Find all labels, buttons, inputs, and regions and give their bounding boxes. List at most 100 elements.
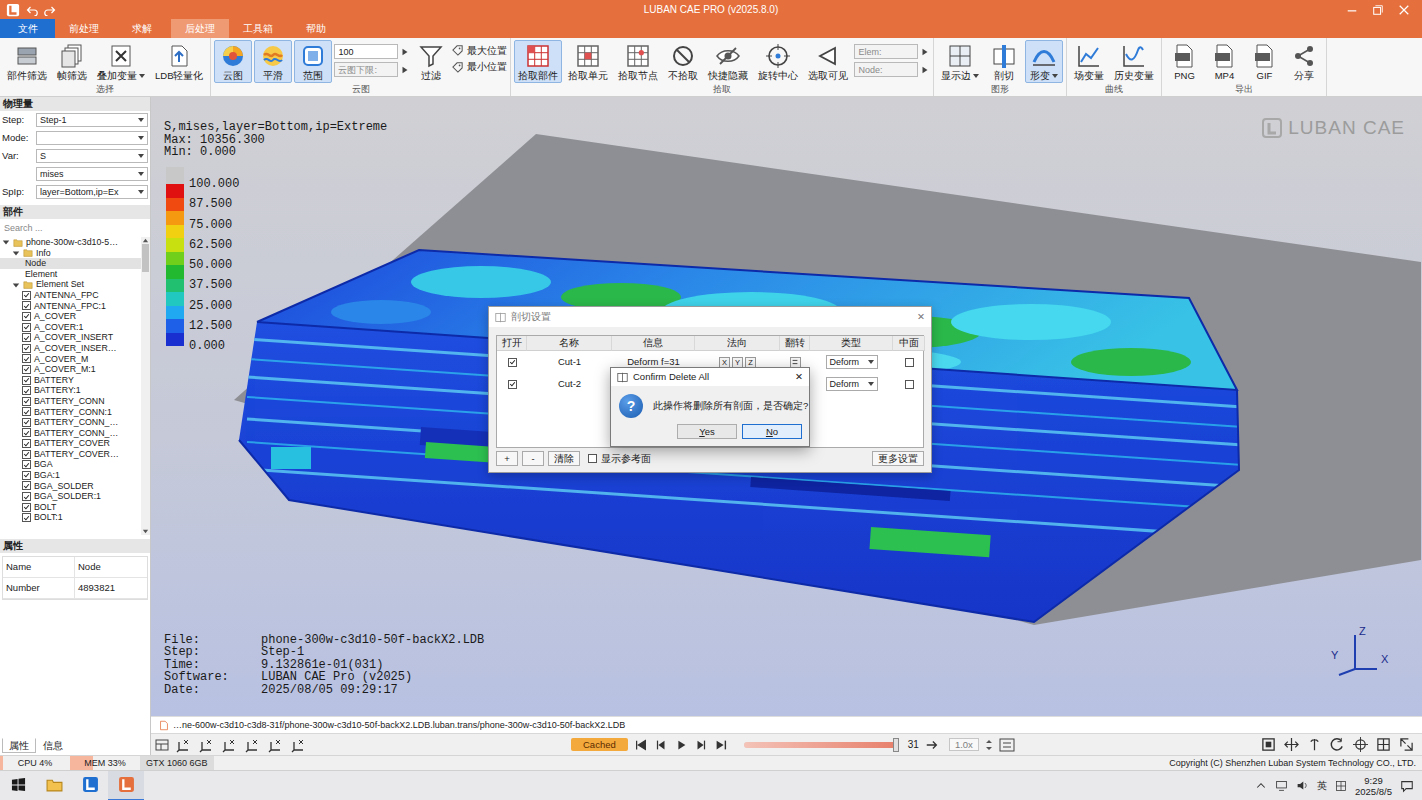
stepper-icon[interactable]	[985, 739, 993, 751]
part-checkbox[interactable]	[22, 291, 31, 300]
search-input[interactable]	[3, 221, 143, 235]
tag-button[interactable]: 最大位置	[452, 45, 507, 56]
part-checkbox[interactable]	[22, 376, 31, 385]
ribbon-button[interactable]: 剖切	[985, 40, 1023, 83]
ribbon-button[interactable]: 过滤	[412, 40, 450, 83]
ribbon-button[interactable]: 选取可见	[804, 40, 852, 83]
dialog-title-bar[interactable]: Confirm Delete All✕	[611, 368, 809, 386]
pan-icon[interactable]	[1284, 737, 1299, 752]
dialog-title-bar[interactable]: 剖切设置✕	[489, 307, 931, 327]
ribbon-button[interactable]: LDB轻量化	[151, 40, 207, 83]
part-checkbox[interactable]	[22, 428, 31, 437]
tree-item[interactable]: A_COVER_INSERT	[0, 332, 141, 343]
tree-item[interactable]: Element Set	[0, 279, 141, 290]
part-checkbox[interactable]	[22, 492, 31, 501]
dialog-button[interactable]: Yes	[677, 424, 737, 439]
undo-icon[interactable]	[26, 4, 38, 16]
scroll-up-icon[interactable]	[142, 237, 149, 244]
volume-icon[interactable]	[1296, 779, 1309, 792]
tree-item[interactable]: BATTERY_CONN	[0, 396, 141, 407]
menu-tab[interactable]: 工具箱	[229, 19, 287, 38]
ribbon-button[interactable]: 拾取节点	[614, 40, 662, 83]
ribbon-field[interactable]	[334, 44, 398, 59]
tree-item[interactable]: A_COVER_INSER…	[0, 343, 141, 354]
tree-item[interactable]: BATTERY	[0, 375, 141, 386]
normal-button[interactable]: Y	[732, 357, 743, 368]
dialog-button[interactable]: 清除	[548, 451, 580, 466]
ribbon-button[interactable]: 部件筛选	[3, 40, 51, 83]
ribbon-button[interactable]: 形变	[1025, 40, 1063, 83]
tree-item[interactable]: Info	[0, 248, 141, 259]
tree-item[interactable]: BATTERY:1	[0, 385, 141, 396]
clock[interactable]: 9:292025/8/5	[1355, 775, 1392, 797]
next-frame-icon[interactable]	[694, 738, 708, 752]
speed-field[interactable]: 1.0x	[949, 738, 979, 751]
restore-icon[interactable]	[1372, 4, 1384, 16]
dialog-button[interactable]: +	[496, 451, 518, 466]
apply-arrow-icon[interactable]	[400, 47, 410, 57]
view-axis-icon[interactable]	[199, 737, 215, 753]
tree-item[interactable]: BOLT:1	[0, 512, 141, 523]
tree-item[interactable]: A_COVER	[0, 311, 141, 322]
view-axis-icon[interactable]	[291, 737, 307, 753]
menu-tab[interactable]: 帮助	[287, 19, 345, 38]
start-button[interactable]	[0, 771, 36, 800]
notification-icon[interactable]	[1400, 779, 1414, 793]
combo-box[interactable]: Step-1	[36, 113, 148, 127]
ribbon-button[interactable]: 场变量	[1070, 40, 1108, 83]
normal-button[interactable]: X	[719, 357, 730, 368]
ime-mode-icon[interactable]	[1335, 780, 1347, 792]
part-checkbox[interactable]	[22, 397, 31, 406]
scroll-thumb[interactable]	[142, 244, 149, 272]
dialog-button[interactable]: No	[742, 424, 802, 439]
mid-checkbox[interactable]	[905, 380, 914, 389]
taskbar-app[interactable]	[72, 771, 108, 800]
tree-item[interactable]: BATTERY_CONN_…	[0, 428, 141, 439]
type-select[interactable]: Deform	[826, 355, 878, 369]
type-select[interactable]: Deform	[826, 377, 878, 391]
tree-item[interactable]: ANTENNA_FPC:1	[0, 301, 141, 312]
ref-plane-toggle[interactable]: 显示参考面	[588, 453, 651, 464]
tree-item[interactable]: BGA:1	[0, 470, 141, 481]
apply-arrow-icon[interactable]	[920, 47, 930, 57]
panel-tab[interactable]: 信息	[36, 738, 70, 753]
ribbon-button[interactable]: 快捷隐藏	[704, 40, 752, 83]
ribbon-button[interactable]: 帧筛选	[53, 40, 91, 83]
part-checkbox[interactable]	[22, 471, 31, 480]
layout-icon[interactable]	[155, 738, 169, 752]
combo-box[interactable]: layer=Bottom,ip=Ex	[36, 185, 148, 199]
ribbon-button[interactable]: 不拾取	[664, 40, 702, 83]
center-icon[interactable]	[1353, 737, 1368, 752]
apply-arrow-icon[interactable]	[400, 65, 410, 75]
part-checkbox[interactable]	[22, 407, 31, 416]
part-checkbox[interactable]	[22, 418, 31, 427]
tree-item[interactable]: BATTERY_CONN:1	[0, 407, 141, 418]
ribbon-button[interactable]: 云图	[214, 40, 252, 83]
view-axis-icon[interactable]	[245, 737, 261, 753]
menu-tab[interactable]: 前处理	[55, 19, 113, 38]
part-checkbox[interactable]	[22, 513, 31, 522]
tree-item[interactable]: BATTERY_COVER…	[0, 449, 141, 460]
tag-button[interactable]: 最小位置	[452, 61, 507, 72]
frame-slider[interactable]	[744, 742, 896, 748]
ribbon-button[interactable]: 分享	[1285, 40, 1323, 83]
expander-icon[interactable]	[12, 249, 20, 257]
part-checkbox[interactable]	[22, 301, 31, 310]
view-axis-icon[interactable]	[176, 737, 192, 753]
combo-box[interactable]: mises	[36, 167, 148, 181]
part-checkbox[interactable]	[22, 354, 31, 363]
tree-item[interactable]: A_COVER_M:1	[0, 364, 141, 375]
part-checkbox[interactable]	[22, 386, 31, 395]
tree-item[interactable]: A_COVER:1	[0, 322, 141, 333]
part-checkbox[interactable]	[22, 344, 31, 353]
close-button[interactable]: ✕	[795, 371, 803, 382]
part-checkbox[interactable]	[22, 323, 31, 332]
last-frame-icon[interactable]	[714, 738, 728, 752]
prev-frame-icon[interactable]	[654, 738, 668, 752]
taskbar-app[interactable]	[36, 771, 72, 800]
dialog-button[interactable]: -	[522, 451, 544, 466]
tree-item[interactable]: A_COVER_M	[0, 354, 141, 365]
ref-plane-checkbox[interactable]	[588, 454, 597, 463]
mid-checkbox[interactable]	[905, 358, 914, 367]
tree-item[interactable]: ANTENNA_FPC	[0, 290, 141, 301]
